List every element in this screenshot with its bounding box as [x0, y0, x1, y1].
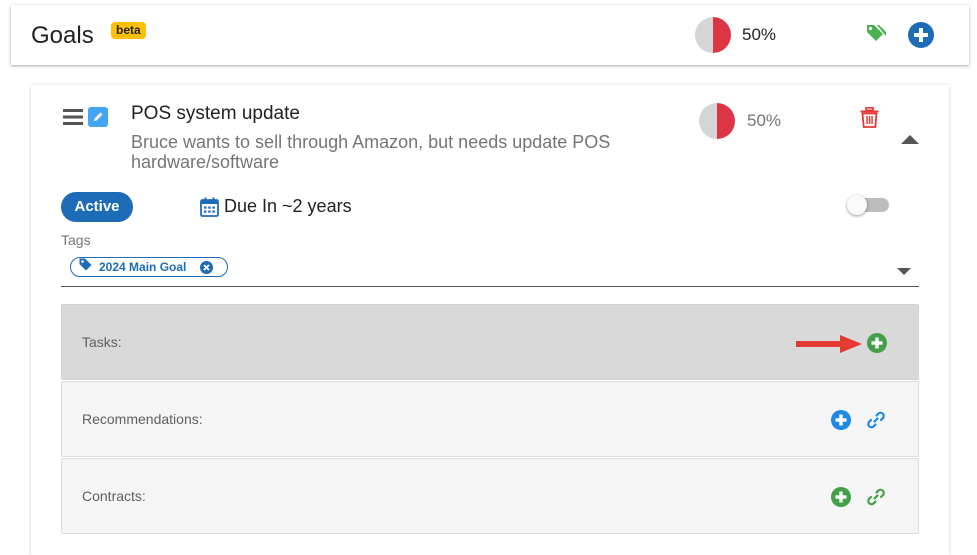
add-task-button[interactable]	[867, 333, 887, 358]
tags-field-label: Tags	[61, 232, 91, 248]
toggle-knob[interactable]	[847, 195, 867, 215]
tasks-section: Tasks:	[61, 304, 919, 380]
add-goal-button[interactable]	[908, 22, 934, 53]
overall-progress-percent: 50%	[742, 25, 777, 44]
goal-progress-pie-chart	[699, 103, 735, 139]
edit-icon[interactable]	[88, 107, 108, 127]
contracts-label: Contracts:	[82, 488, 146, 504]
plus-circle-icon	[831, 487, 851, 507]
contracts-section: Contracts:	[61, 458, 919, 534]
add-recommendation-button[interactable]	[831, 410, 851, 435]
delete-goal-button[interactable]	[860, 107, 879, 133]
page-title: Goals	[31, 22, 94, 49]
remove-tag-icon[interactable]	[200, 261, 213, 279]
goal-title: POS system update	[131, 103, 300, 124]
link-recommendation-button[interactable]	[866, 410, 886, 435]
link-icon	[867, 488, 885, 506]
recommendations-section: Recommendations:	[61, 381, 919, 457]
goal-progress-percent: 50%	[747, 111, 782, 130]
tag-chip[interactable]: 2024 Main Goal	[70, 257, 228, 277]
status-badge[interactable]: Active	[61, 192, 133, 222]
annotation-arrow	[796, 335, 862, 358]
tag-chip-label: 2024 Main Goal	[99, 260, 187, 274]
goal-description: Bruce wants to sell through Amazon, but …	[131, 132, 611, 172]
plus-circle-icon	[908, 22, 934, 48]
tasks-label: Tasks:	[82, 334, 122, 350]
recommendations-label: Recommendations:	[82, 411, 203, 427]
plus-circle-icon	[831, 410, 851, 430]
link-icon	[867, 411, 885, 429]
due-date-label: Due In ~2 years	[224, 196, 352, 216]
progress-pie-chart	[695, 17, 731, 53]
add-contract-button[interactable]	[831, 487, 851, 512]
beta-badge: beta	[111, 22, 146, 39]
page-header: Goals beta 50%	[11, 5, 969, 65]
tag-icon	[79, 258, 92, 276]
plus-circle-icon	[867, 333, 887, 353]
collapse-chevron-up-icon[interactable]	[901, 131, 919, 149]
goal-card: POS system update Bruce wants to sell th…	[31, 85, 949, 555]
link-contract-button[interactable]	[866, 487, 886, 512]
tags-icon[interactable]	[865, 24, 889, 49]
drag-handle-icon[interactable]	[63, 109, 83, 130]
calendar-icon	[200, 197, 219, 222]
tags-field-underline	[61, 286, 919, 287]
tags-dropdown-arrow-icon[interactable]	[897, 263, 911, 281]
trash-icon	[860, 107, 879, 128]
